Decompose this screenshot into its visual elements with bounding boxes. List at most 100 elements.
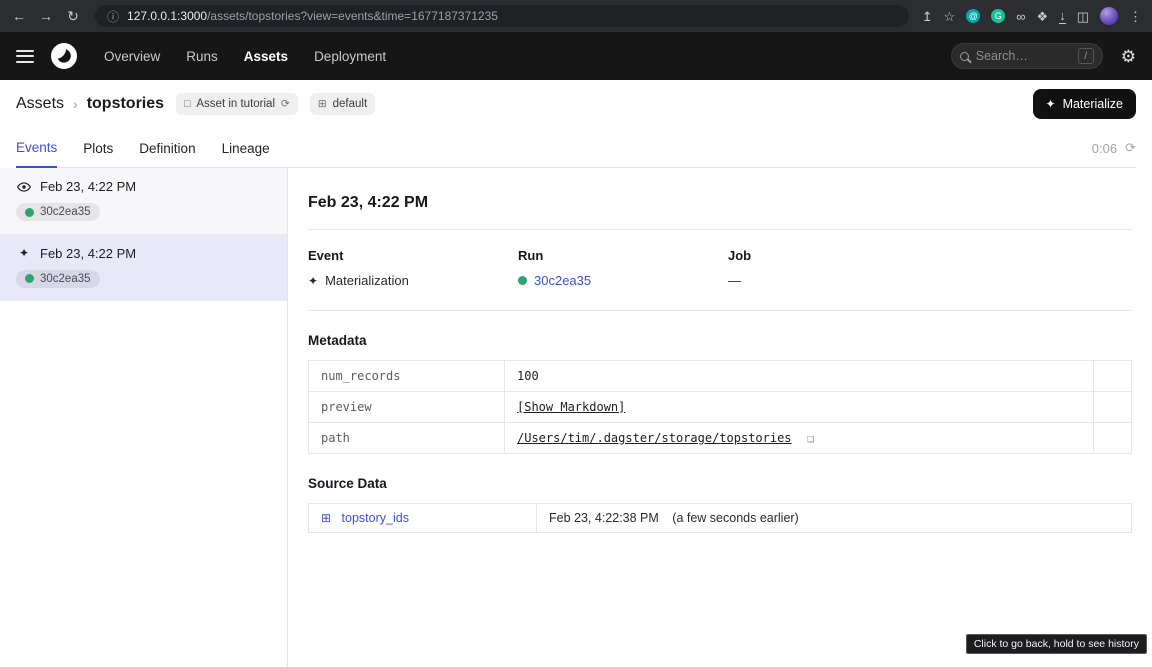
event-type-value: Materialization (325, 273, 409, 288)
source-asset-cell: ⊞ topstory_ids (309, 504, 537, 533)
tab-lineage[interactable]: Lineage (222, 141, 270, 167)
metadata-key: preview (309, 392, 505, 423)
site-info-icon[interactable]: ⓘ (107, 8, 119, 25)
refresh-timer-icon[interactable]: ⟳ (1125, 140, 1136, 156)
source-data-heading: Source Data (308, 476, 1132, 491)
refresh-timer: 0:06 ⟳ (1092, 140, 1136, 167)
side-panel-icon[interactable]: ◫ (1077, 10, 1089, 23)
content-area: Feb 23, 4:22 PM 30c2ea35 ✦ Feb 23, 4:22 … (0, 168, 1152, 667)
copy-icon[interactable]: ❏ (807, 431, 814, 445)
profile-avatar[interactable] (1100, 7, 1118, 25)
materialize-star-icon: ✦ (1046, 98, 1056, 110)
url-host: 127.0.0.1:3000 (127, 9, 207, 23)
address-bar[interactable]: ⓘ 127.0.0.1:3000/assets/topstories?view=… (95, 5, 909, 27)
grid-icon: ⊞ (318, 99, 327, 110)
materialize-label: Materialize (1063, 97, 1123, 111)
job-value: — (728, 273, 938, 288)
tab-events[interactable]: Events (16, 140, 57, 168)
extension-grammarly-icon[interactable]: G (991, 9, 1005, 23)
search-shortcut-badge: / (1078, 48, 1094, 64)
chip-refresh-icon[interactable]: ⟳ (281, 99, 290, 110)
nav-overview[interactable]: Overview (104, 49, 160, 64)
tutorial-tag-label: Asset in tutorial (196, 98, 275, 110)
tutorial-tag-chip[interactable]: □ Asset in tutorial ⟳ (176, 93, 298, 115)
browser-actions: ↥ ☆ @ G ∞ ❖ ↓ ◫ ⋮ (922, 7, 1142, 25)
run-id: 30c2ea35 (40, 273, 91, 285)
event-item-materialization[interactable]: ✦ Feb 23, 4:22 PM 30c2ea35 (0, 235, 287, 302)
refresh-timer-value: 0:06 (1092, 141, 1117, 156)
run-status-dot (25, 274, 34, 283)
share-icon[interactable]: ↥ (922, 10, 933, 23)
group-tag-chip[interactable]: ⊞ default (310, 93, 375, 115)
run-tag[interactable]: 30c2ea35 (16, 270, 100, 288)
metadata-key: path (309, 423, 505, 454)
run-id: 30c2ea35 (40, 206, 91, 218)
browser-menu-icon[interactable]: ⋮ (1129, 10, 1142, 23)
forward-icon[interactable]: → (37, 9, 55, 23)
extensions-puzzle-icon[interactable]: ❖ (1037, 10, 1049, 23)
metadata-table: num_records 100 preview [Show Markdown] … (308, 360, 1132, 454)
metadata-empty-cell (1094, 361, 1132, 392)
run-tag[interactable]: 30c2ea35 (16, 203, 100, 221)
primary-nav: Overview Runs Assets Deployment (104, 49, 386, 64)
tab-definition[interactable]: Definition (139, 141, 195, 167)
browser-back-tooltip: Click to go back, hold to see history (966, 634, 1147, 654)
source-asset-link[interactable]: topstory_ids (342, 511, 409, 525)
dagster-logo-icon (50, 42, 78, 70)
tab-plots[interactable]: Plots (83, 141, 113, 167)
back-icon[interactable]: ← (10, 9, 28, 23)
search-input[interactable] (976, 49, 1071, 63)
metadata-empty-cell (1094, 423, 1132, 454)
bookmark-star-icon[interactable]: ☆ (944, 10, 956, 23)
table-icon: ⊞ (321, 511, 331, 525)
downloads-icon[interactable]: ↓ (1059, 9, 1066, 24)
search-icon (960, 52, 969, 61)
path-link[interactable]: /Users/tim/.dagster/storage/topstories (517, 431, 792, 445)
event-summary-columns: Event ✦ Materialization Run 30c2ea35 Job (308, 248, 1132, 288)
browser-toolbar: ← → ↻ ⓘ 127.0.0.1:3000/assets/topstories… (0, 0, 1152, 32)
source-time: Feb 23, 4:22:38 PM (549, 511, 659, 525)
job-column: Job — (728, 248, 938, 288)
extension-infinity-icon[interactable]: ∞ (1016, 10, 1025, 23)
url-path: /assets/topstories?view=events&time=1677… (207, 9, 498, 23)
show-markdown-link[interactable]: [Show Markdown] (517, 400, 625, 414)
dagster-logo[interactable] (50, 42, 78, 70)
hamburger-menu-icon[interactable] (16, 50, 34, 63)
eye-icon (16, 180, 32, 194)
run-status-dot (25, 208, 34, 217)
nav-assets[interactable]: Assets (244, 49, 288, 64)
divider (308, 310, 1132, 311)
event-time: Feb 23, 4:22 PM (40, 246, 136, 261)
group-tag-label: default (333, 98, 368, 110)
run-status-dot (518, 276, 527, 285)
materialization-icon: ✦ (16, 247, 32, 259)
metadata-value: /Users/tim/.dagster/storage/topstories ❏ (505, 423, 1094, 454)
job-label: Job (728, 248, 938, 263)
nav-deployment[interactable]: Deployment (314, 49, 386, 64)
source-time-cell: Feb 23, 4:22:38 PM (a few seconds earlie… (537, 504, 1132, 533)
run-id-link[interactable]: 30c2ea35 (534, 273, 591, 288)
run-column: Run 30c2ea35 (518, 248, 728, 288)
search-box[interactable]: / (951, 43, 1103, 69)
event-item-observation[interactable]: Feb 23, 4:22 PM 30c2ea35 (0, 168, 287, 235)
event-time: Feb 23, 4:22 PM (40, 179, 136, 194)
run-label: Run (518, 248, 728, 263)
metadata-value: [Show Markdown] (505, 392, 1094, 423)
breadcrumb-separator: › (73, 96, 78, 112)
event-list-sidebar: Feb 23, 4:22 PM 30c2ea35 ✦ Feb 23, 4:22 … (0, 168, 288, 667)
breadcrumb-assets-link[interactable]: Assets (16, 95, 64, 113)
source-data-table: ⊞ topstory_ids Feb 23, 4:22:38 PM (a few… (308, 503, 1132, 533)
table-row: preview [Show Markdown] (309, 392, 1132, 423)
extension-at-icon[interactable]: @ (966, 9, 980, 23)
table-row: ⊞ topstory_ids Feb 23, 4:22:38 PM (a few… (309, 504, 1132, 533)
page-header: Assets › topstories □ Asset in tutorial … (0, 80, 1152, 168)
metadata-value: 100 (505, 361, 1094, 392)
reload-icon[interactable]: ↻ (64, 9, 82, 23)
event-label: Event (308, 248, 518, 263)
settings-gear-icon[interactable]: ⚙ (1121, 48, 1136, 65)
event-column: Event ✦ Materialization (308, 248, 518, 288)
nav-runs[interactable]: Runs (186, 49, 218, 64)
materialize-button[interactable]: ✦ Materialize (1033, 89, 1137, 119)
table-row: num_records 100 (309, 361, 1132, 392)
breadcrumb-asset-name: topstories (87, 95, 164, 113)
